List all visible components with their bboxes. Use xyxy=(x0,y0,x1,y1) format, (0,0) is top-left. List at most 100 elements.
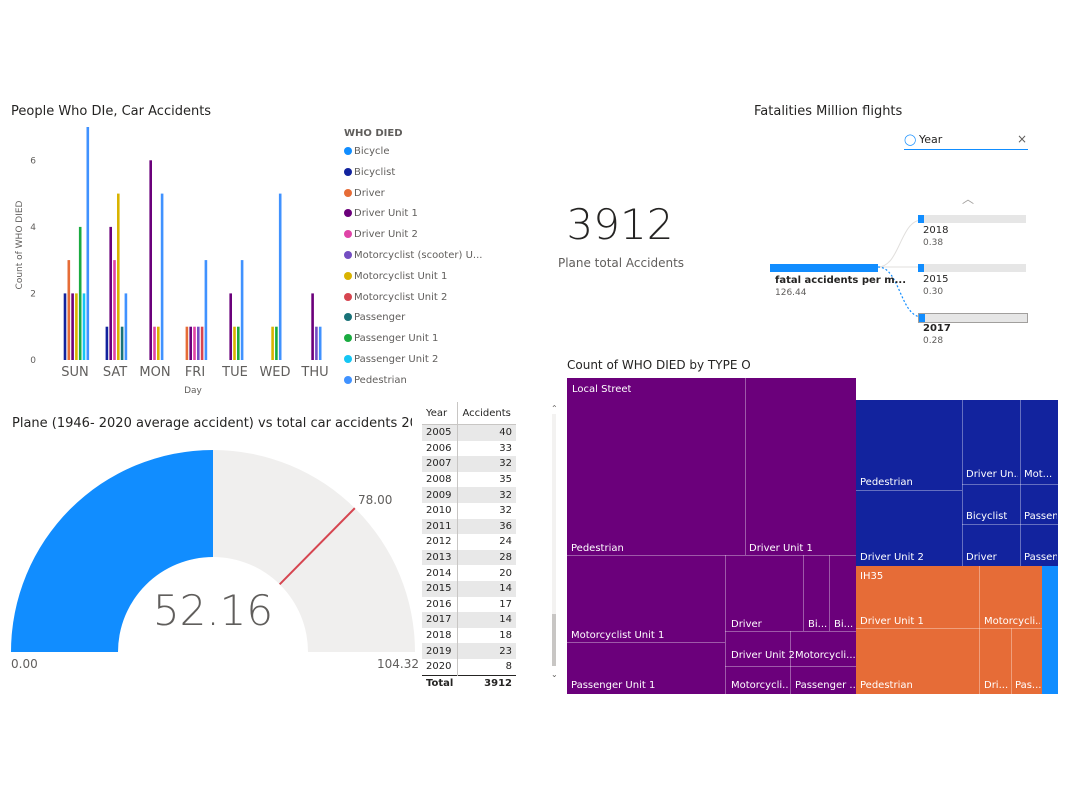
bar-thu-motorcyclist-scooter-u-[interactable] xyxy=(315,326,318,360)
close-icon[interactable]: × xyxy=(1017,132,1027,146)
bar-sun-driver[interactable] xyxy=(67,260,71,360)
chevron-up-icon[interactable]: ︿ xyxy=(962,190,974,207)
legend-item[interactable]: Pedestrian xyxy=(344,375,407,386)
treemap-group-local-street[interactable] xyxy=(567,378,856,694)
bar-fri-motorcyclist-scooter-u-[interactable] xyxy=(197,326,200,360)
table-header-accidents[interactable]: Accidents xyxy=(457,402,516,425)
treemap-tile-pedestrian[interactable]: Pedestrian xyxy=(571,543,624,554)
treemap-tile-motorcycli-2[interactable]: Motorcycli... xyxy=(731,680,789,691)
tree-node-bar[interactable] xyxy=(918,215,1026,223)
bar-sun-pedestrian[interactable] xyxy=(86,127,90,360)
bar-sun-passenger-unit-2[interactable] xyxy=(82,293,86,360)
treemap-tile-orange-pas[interactable]: Pas... xyxy=(1015,680,1041,691)
treemap-tile-bi-2[interactable]: Bi... xyxy=(834,619,854,630)
year-filter-field[interactable]: ◯ Year × xyxy=(904,132,1028,150)
bar-sat-motorcyclist-unit-1[interactable] xyxy=(117,193,120,360)
legend-item[interactable]: Driver Unit 1 xyxy=(344,208,418,219)
table-scrollbar[interactable]: ⌃ ⌄ xyxy=(550,404,558,684)
table-row[interactable]: 2016 17 xyxy=(422,596,516,613)
table-row[interactable]: 2013 28 xyxy=(422,549,516,566)
bar-mon-driver-unit-2[interactable] xyxy=(153,326,156,360)
treemap-tile-driver-unit-2[interactable]: Driver Unit 2 xyxy=(731,650,795,661)
table-row[interactable]: 2012 24 xyxy=(422,534,516,550)
legend-item[interactable]: Driver Unit 2 xyxy=(344,229,418,240)
table-header-year[interactable]: Year xyxy=(422,402,459,425)
scroll-thumb[interactable] xyxy=(552,614,556,666)
bar-sat-pedestrian[interactable] xyxy=(124,293,128,360)
bar-fri-driver[interactable] xyxy=(185,326,189,360)
table-row[interactable]: 2009 32 xyxy=(422,487,516,503)
treemap-tile-driver[interactable]: Driver xyxy=(731,619,762,630)
legend-item[interactable]: Bicycle xyxy=(344,146,389,157)
treemap-tile-blue-driver-un[interactable]: Driver Un... xyxy=(966,469,1018,480)
table-row[interactable]: 2011 36 xyxy=(422,518,516,535)
treemap-tile-blue-bicyclist[interactable]: Bicyclist xyxy=(966,511,1007,522)
treemap-tile-orange-dri[interactable]: Dri... xyxy=(984,680,1010,691)
treemap-tile-orange-driver-unit-1[interactable]: Driver Unit 1 xyxy=(860,616,924,627)
legend-item[interactable]: Bicyclist xyxy=(344,167,395,178)
bar-wed-pedestrian[interactable] xyxy=(278,193,282,360)
table-row[interactable]: 2019 23 xyxy=(422,643,516,659)
bar-mon-pedestrian[interactable] xyxy=(160,193,164,360)
tree-node-bar[interactable] xyxy=(918,264,1026,272)
treemap-tile-blue-passen-1[interactable]: Passen... xyxy=(1024,511,1057,522)
table-row[interactable]: 2018 18 xyxy=(422,627,516,644)
bar-mon-motorcyclist-unit-1[interactable] xyxy=(157,326,160,360)
bar-thu-driver-unit-1[interactable] xyxy=(311,293,314,360)
bar-sun-passenger-unit-1[interactable] xyxy=(78,226,82,360)
legend-item[interactable]: Motorcyclist Unit 1 xyxy=(344,271,447,282)
bar-mon-driver-unit-1[interactable] xyxy=(149,160,152,360)
treemap-tile-orange-pedestrian[interactable]: Pedestrian xyxy=(860,680,913,691)
legend-item[interactable]: Driver xyxy=(344,188,385,199)
treemap[interactable]: Local Street Pedestrian Driver Unit 1 Mo… xyxy=(567,378,1058,694)
bar-sun-driver-unit-1[interactable] xyxy=(71,293,74,360)
treemap-tile-motorcycli-1[interactable]: Motorcycli... xyxy=(795,650,855,661)
treemap-tile-blue-driver-unit-2[interactable]: Driver Unit 2 xyxy=(860,552,924,563)
legend-item[interactable]: Passenger Unit 1 xyxy=(344,333,438,344)
bar-tue-driver-unit-1[interactable] xyxy=(229,293,232,360)
table-row[interactable]: 2014 20 xyxy=(422,565,516,581)
tree-root-bar[interactable] xyxy=(770,264,878,272)
gauge-chart[interactable] xyxy=(0,440,420,680)
treemap-tile-motorcyclist-unit-1[interactable]: Motorcyclist Unit 1 xyxy=(571,630,664,641)
scroll-up-icon[interactable]: ⌃ xyxy=(551,404,558,413)
legend-item[interactable]: Motorcyclist Unit 2 xyxy=(344,292,447,303)
treemap-tile-driver-unit-1[interactable]: Driver Unit 1 xyxy=(749,543,813,554)
bar-sun-motorcyclist-unit-1[interactable] xyxy=(75,293,78,360)
bar-sat-bicyclist[interactable] xyxy=(105,326,109,360)
bar-fri-motorcyclist-unit-2[interactable] xyxy=(200,326,204,360)
legend-item[interactable]: Motorcyclist (scooter) U... xyxy=(344,250,482,261)
bar-fri-pedestrian[interactable] xyxy=(204,260,208,360)
year-table[interactable]: Year Accidents 2005 40 2006 33 2007 32 2008 35 2… xyxy=(422,402,518,692)
treemap-tile-blue-mot[interactable]: Mot... xyxy=(1024,469,1057,480)
table-row[interactable]: 2010 32 xyxy=(422,502,516,519)
treemap-tile-bi-1[interactable]: Bi... xyxy=(808,619,828,630)
table-row[interactable]: 2020 8 xyxy=(422,658,516,675)
table-row[interactable]: 2008 35 xyxy=(422,471,516,488)
scroll-down-icon[interactable]: ⌄ xyxy=(551,670,558,679)
bar-thu-pedestrian[interactable] xyxy=(318,326,322,360)
bar-chart[interactable]: Count of WHO DIED 0 2 4 6 SUN SAT MON FRI TUE WED T… xyxy=(0,120,340,400)
tree-node-bar[interactable] xyxy=(918,313,1028,323)
table-row[interactable]: 2015 14 xyxy=(422,580,516,597)
treemap-tile-blue-driver[interactable]: Driver xyxy=(966,552,997,563)
treemap-tile-passenger-unit-1[interactable]: Passenger Unit 1 xyxy=(571,680,655,691)
bar-fri-driver-unit-1[interactable] xyxy=(189,326,192,360)
treemap-tile-passenger[interactable]: Passenger ... xyxy=(795,680,855,691)
bar-wed-motorcyclist-unit-1[interactable] xyxy=(271,326,274,360)
treemap-group-ih35[interactable] xyxy=(856,566,1042,694)
table-row[interactable]: 2005 40 xyxy=(422,424,516,441)
legend-item[interactable]: Passenger Unit 2 xyxy=(344,354,438,365)
table-row[interactable]: 2007 32 xyxy=(422,456,516,472)
bar-tue-passenger-unit-1[interactable] xyxy=(237,326,240,360)
legend-item[interactable]: Passenger xyxy=(344,312,405,323)
treemap-tile-orange-motorcycli[interactable]: Motorcycli... xyxy=(984,616,1040,627)
table-row[interactable]: 2006 33 xyxy=(422,440,516,457)
bar-sat-driver-unit-2[interactable] xyxy=(113,260,116,360)
bar-tue-motorcyclist-unit-1[interactable] xyxy=(233,326,236,360)
treemap-tile-blue-pedestrian[interactable]: Pedestrian xyxy=(860,477,913,488)
bar-sun-bicyclist[interactable] xyxy=(63,293,67,360)
bar-fri-driver-unit-2[interactable] xyxy=(193,326,196,360)
treemap-group-other[interactable] xyxy=(1042,566,1058,694)
bar-sat-driver-unit-1[interactable] xyxy=(109,226,112,360)
